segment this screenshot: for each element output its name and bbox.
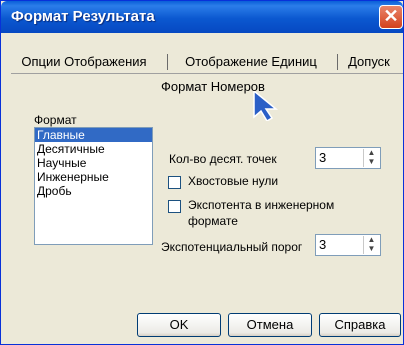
spin-down-icon[interactable]: ▼	[366, 158, 377, 166]
exponent-threshold-spinner[interactable]: 3 ▲ ▼	[315, 234, 381, 256]
close-button[interactable]: ✕	[379, 5, 403, 29]
engineering-exponent-label-line2: формате	[188, 214, 238, 228]
spin-up-icon[interactable]: ▲	[366, 236, 377, 244]
list-item-fraction[interactable]: Дробь	[35, 184, 152, 198]
tab-unit-display[interactable]: Отображение Единиц	[171, 51, 331, 73]
close-icon: ✕	[383, 6, 399, 26]
decimal-places-spinner[interactable]: 3 ▲ ▼	[315, 147, 381, 169]
dialog-window: Формат Результата ✕ Опции Отображения От…	[0, 0, 404, 345]
ok-button[interactable]: OK	[137, 313, 221, 337]
trailing-zeros-checkbox[interactable]	[168, 176, 181, 189]
tab-separator	[167, 54, 168, 70]
list-item-scientific[interactable]: Научные	[35, 156, 152, 170]
mouse-pointer-icon	[253, 91, 279, 121]
engineering-exponent-label: Экспотента в инженерном	[188, 198, 335, 212]
list-item-engineering[interactable]: Инженерные	[35, 170, 152, 184]
title-bar[interactable]: Формат Результата ✕	[1, 1, 403, 33]
spin-up-icon[interactable]: ▲	[366, 149, 377, 157]
list-item-decimal[interactable]: Десятичные	[35, 142, 152, 156]
decimal-places-value: 3	[319, 150, 327, 165]
exponent-threshold-label: Экспотенциальный порог	[161, 240, 303, 254]
exponent-threshold-value: 3	[319, 237, 327, 252]
tab-strip: Опции Отображения Отображение Единиц Доп…	[9, 51, 403, 73]
help-button[interactable]: Справка	[319, 313, 401, 337]
trailing-zeros-label: Хвостовые нули	[188, 174, 279, 188]
spinner-arrows[interactable]: ▲ ▼	[363, 236, 379, 254]
spinner-arrows[interactable]: ▲ ▼	[363, 149, 379, 167]
list-item-general[interactable]: Главные	[35, 128, 152, 142]
window-title: Формат Результата	[11, 8, 155, 25]
tab-separator	[337, 54, 338, 70]
cancel-button[interactable]: Отмена	[228, 313, 312, 337]
tab-display-options[interactable]: Опции Отображения	[9, 51, 159, 73]
format-label: Формат	[34, 113, 77, 127]
number-format-group-title: Формат Номеров	[161, 79, 265, 94]
decimal-places-label: Кол-во десят. точек	[169, 152, 277, 166]
tab-tolerance[interactable]: Допуск	[341, 51, 397, 73]
engineering-exponent-checkbox[interactable]	[168, 200, 181, 213]
spin-down-icon[interactable]: ▼	[366, 245, 377, 253]
format-listbox[interactable]: Главные Десятичные Научные Инженерные Др…	[34, 127, 153, 245]
